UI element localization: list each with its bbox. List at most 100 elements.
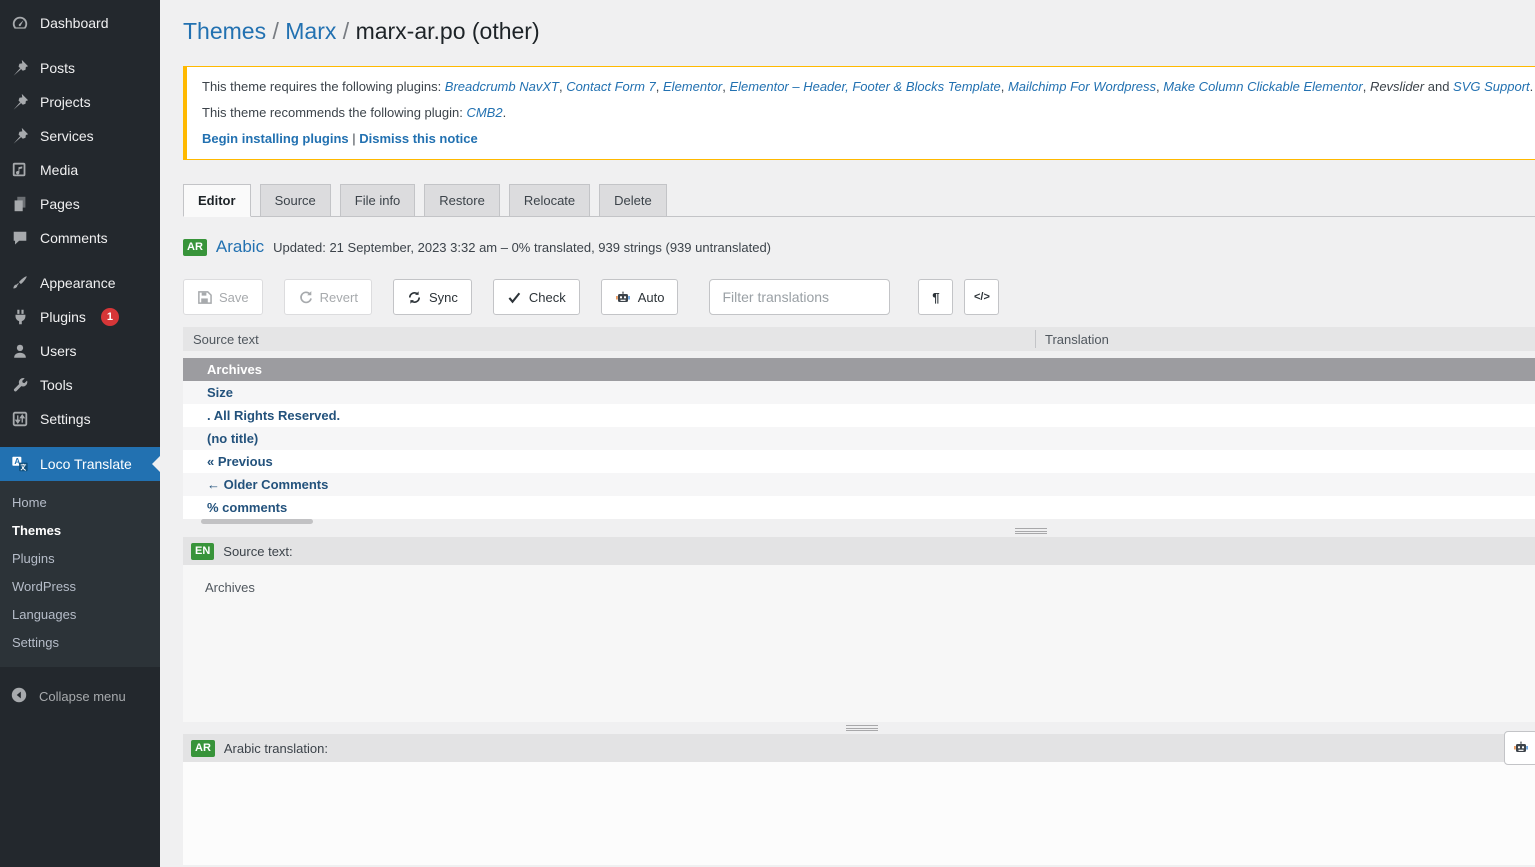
language-badge-ar: AR — [183, 239, 207, 256]
sidebar-item-label: Users — [40, 343, 77, 359]
strings-list: Archives Size . All Rights Reserved. (no… — [183, 358, 1535, 519]
breadcrumb-link-themes[interactable]: Themes — [183, 18, 266, 44]
dashboard-icon — [10, 13, 30, 33]
translation-editor-textarea[interactable] — [183, 762, 1535, 865]
auto-translate-field-button[interactable] — [1504, 731, 1535, 765]
strings-table-header: Source text Translation — [183, 327, 1535, 351]
notice-text: This theme recommends the following plug… — [202, 105, 466, 120]
plugins-update-badge: 1 — [101, 308, 119, 326]
sidebar-item-users[interactable]: Users — [0, 334, 160, 368]
begin-installing-plugins-link[interactable]: Begin installing plugins — [202, 131, 349, 146]
list-editor-splitter[interactable] — [183, 525, 1535, 537]
plugin-link[interactable]: SVG Support — [1453, 79, 1530, 94]
splitter-grip-icon — [846, 725, 878, 731]
language-link[interactable]: Arabic — [216, 237, 264, 257]
table-row[interactable]: Size — [183, 381, 1535, 404]
notice-text: , — [1001, 79, 1008, 94]
sidebar-item-label: Pages — [40, 196, 80, 212]
save-button[interactable]: Save — [183, 279, 263, 315]
tab-source[interactable]: Source — [260, 184, 331, 217]
editor-tabbar: Editor Source File info Restore Relocate… — [183, 184, 1535, 217]
toggle-code-view-button[interactable]: </> — [964, 279, 999, 315]
media-icon — [10, 160, 30, 180]
breadcrumb-link-marx[interactable]: Marx — [285, 18, 336, 44]
loco-translate-editor-page: Dashboard Posts Projects Services Media — [0, 0, 1535, 867]
sidebar-item-label: Plugins — [40, 309, 86, 325]
sidebar-item-pages[interactable]: Pages — [0, 187, 160, 221]
translation-panel-label: Arabic translation: — [224, 741, 328, 756]
pushpin-icon — [10, 126, 30, 146]
table-row[interactable]: ← Older Comments — [183, 473, 1535, 496]
collapse-menu-button[interactable]: Collapse menu — [0, 679, 160, 713]
column-divider[interactable] — [1035, 330, 1036, 348]
sidebar-item-comments[interactable]: Comments — [0, 221, 160, 255]
file-meta-line: AR Arabic Updated: 21 September, 2023 3:… — [183, 235, 1535, 259]
plugin-name-plain: Revslider — [1370, 79, 1424, 94]
submenu-item-themes[interactable]: Themes — [0, 517, 160, 545]
main-content: Themes / Marx / marx-ar.po (other) This … — [160, 0, 1535, 867]
check-button[interactable]: Check — [493, 279, 580, 315]
settings-icon — [10, 409, 30, 429]
sidebar-item-media[interactable]: Media — [0, 153, 160, 187]
sidebar-item-projects[interactable]: Projects — [0, 85, 160, 119]
submenu-item-settings[interactable]: Settings — [0, 629, 160, 657]
submenu-item-home[interactable]: Home — [0, 489, 160, 517]
breadcrumb-separator: / — [336, 18, 355, 44]
sidebar-item-label: Loco Translate — [40, 456, 132, 472]
plugin-link[interactable]: Make Column Clickable Elementor — [1163, 79, 1362, 94]
sidebar-item-label: Media — [40, 162, 78, 178]
tools-icon — [10, 375, 30, 395]
toggle-invisibles-button[interactable]: ¶ — [918, 279, 953, 315]
table-row[interactable]: . All Rights Reserved. — [183, 404, 1535, 427]
hscrollbar-thumb[interactable] — [201, 519, 313, 524]
sidebar-item-label: Comments — [40, 230, 108, 246]
sidebar-item-services[interactable]: Services — [0, 119, 160, 153]
sidebar-item-posts[interactable]: Posts — [0, 51, 160, 85]
admin-sidebar: Dashboard Posts Projects Services Media — [0, 0, 160, 867]
notice-text: . — [1530, 79, 1534, 94]
submenu-item-plugins[interactable]: Plugins — [0, 545, 160, 573]
appearance-icon — [10, 273, 30, 293]
revert-button[interactable]: Revert — [284, 279, 372, 315]
sync-button[interactable]: Sync — [393, 279, 472, 315]
plugin-link[interactable]: Mailchimp For Wordpress — [1008, 79, 1156, 94]
sidebar-item-label: Dashboard — [40, 15, 109, 31]
sidebar-item-appearance[interactable]: Appearance — [0, 266, 160, 300]
tab-file-info[interactable]: File info — [340, 184, 416, 217]
dismiss-notice-link[interactable]: Dismiss this notice — [359, 131, 477, 146]
table-row[interactable]: (no title) — [183, 427, 1535, 450]
source-translation-splitter[interactable] — [183, 722, 1535, 734]
sidebar-item-settings[interactable]: Settings — [0, 402, 160, 436]
sidebar-item-loco-translate[interactable]: A Loco Translate — [0, 447, 160, 481]
language-badge-en: EN — [191, 543, 214, 560]
save-button-label: Save — [219, 290, 249, 305]
plugin-link[interactable]: Contact Form 7 — [566, 79, 656, 94]
table-row[interactable]: Archives — [183, 358, 1535, 381]
filter-translations-input[interactable] — [709, 279, 890, 315]
submenu-item-languages[interactable]: Languages — [0, 601, 160, 629]
column-header-translation: Translation — [1045, 332, 1109, 347]
plugins-icon — [10, 307, 30, 327]
notice-text: | — [349, 131, 360, 146]
sidebar-item-tools[interactable]: Tools — [0, 368, 160, 402]
robot-icon — [1513, 739, 1529, 758]
plugin-link[interactable]: Elementor — [663, 79, 722, 94]
plugin-link-cmb2[interactable]: CMB2 — [466, 105, 502, 120]
plugin-link[interactable]: Breadcrumb NavXT — [445, 79, 559, 94]
sidebar-item-dashboard[interactable]: Dashboard — [0, 6, 160, 40]
sidebar-item-label: Tools — [40, 377, 73, 393]
auto-button-label: Auto — [638, 290, 665, 305]
tab-restore[interactable]: Restore — [424, 184, 500, 217]
tab-relocate[interactable]: Relocate — [509, 184, 590, 217]
plugin-link[interactable]: Elementor – Header, Footer & Blocks Temp… — [730, 79, 1001, 94]
splitter-grip-icon — [1015, 528, 1047, 534]
table-row[interactable]: « Previous — [183, 450, 1535, 473]
language-badge-ar: AR — [191, 740, 215, 757]
auto-translate-button[interactable]: Auto — [601, 279, 679, 315]
table-row[interactable]: % comments — [183, 496, 1535, 519]
users-icon — [10, 341, 30, 361]
tab-delete[interactable]: Delete — [599, 184, 667, 217]
submenu-item-wordpress[interactable]: WordPress — [0, 573, 160, 601]
sidebar-item-plugins[interactable]: Plugins 1 — [0, 300, 160, 334]
tab-editor[interactable]: Editor — [183, 184, 251, 217]
